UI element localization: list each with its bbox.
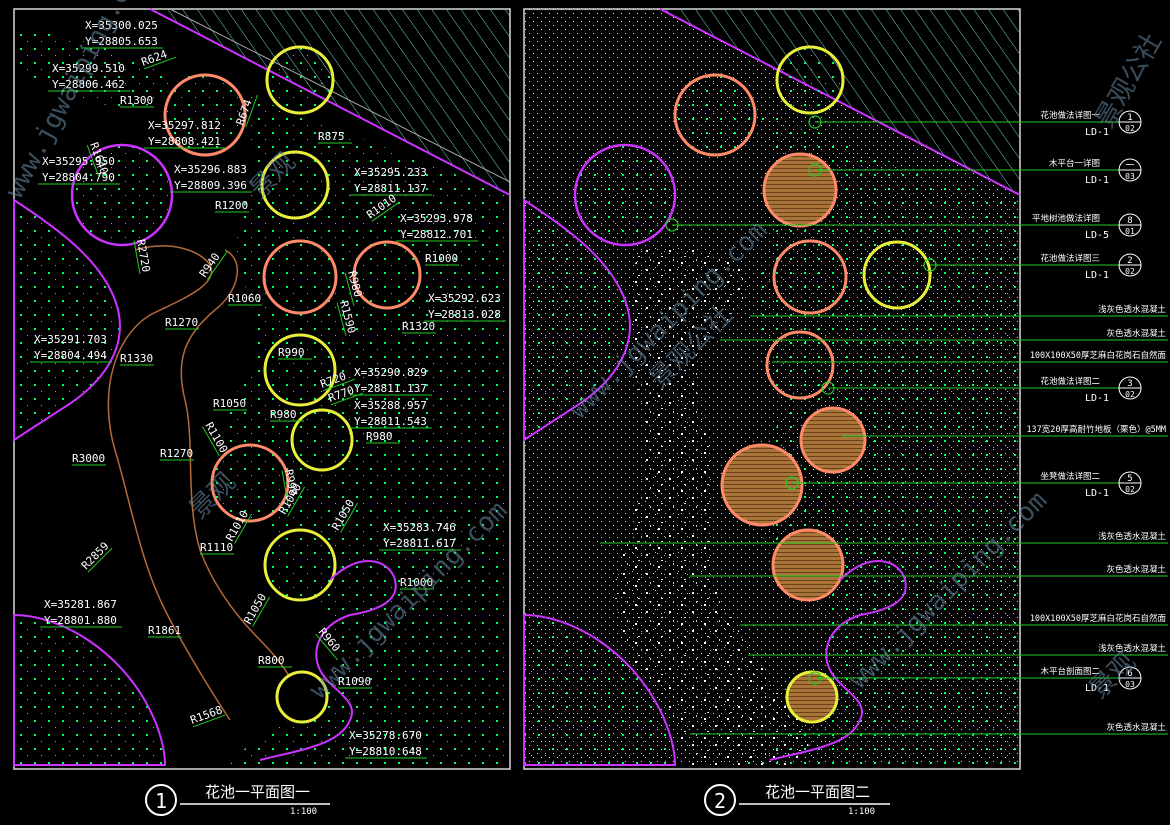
radius-label: R1110	[200, 541, 233, 554]
flower-bed-4	[262, 239, 338, 315]
radius-label: R1200	[215, 199, 248, 212]
callout-text: 灰色透水混凝土	[1106, 564, 1166, 575]
callout-text: 平地树池做法详图	[1032, 213, 1100, 224]
scale-text-1: 1:100	[290, 807, 317, 817]
flower-bed-2	[265, 45, 335, 115]
rbed-1	[673, 73, 757, 157]
rbed-6	[765, 330, 835, 400]
callout-text: 137宽20厚高耐竹地板（栗色）@5MM	[1026, 424, 1166, 435]
callout-text: 坐凳做法详图二	[1040, 471, 1100, 482]
coordinate-label: X=35283.746	[383, 521, 456, 534]
radius-label: R980	[366, 430, 393, 443]
detail-sheet: LD-1	[1085, 488, 1109, 499]
coordinate-label: X=35290.829	[354, 366, 427, 379]
radius-label: R3000	[72, 452, 105, 465]
radius-label: R1320	[402, 320, 435, 333]
wood-deck-1	[762, 152, 838, 228]
radius-label: R1050	[213, 397, 246, 410]
coordinate-label: Y=28810.648	[349, 745, 422, 758]
detail-number: 1	[1127, 113, 1132, 123]
radius-label: R875	[318, 130, 345, 143]
callout-text: 100X100X50厚芝麻白花岗石自然面	[1030, 613, 1167, 624]
callout-text: 灰色透水混凝土	[1106, 328, 1166, 339]
radius-label: R1270	[160, 447, 193, 460]
callout-text: 浅灰色透水混凝土	[1098, 304, 1167, 315]
coordinate-label: Y=28813.028	[428, 308, 501, 321]
detail-sheet: LD-1	[1085, 270, 1109, 281]
callout-text: 花池做法详图三	[1040, 253, 1100, 264]
detail-page: 02	[1125, 485, 1135, 494]
detail-sheet: LD-5	[1085, 230, 1109, 241]
detail-page: 02	[1125, 390, 1135, 399]
coordinate-label: Y=28812.701	[400, 228, 473, 241]
radius-label: R1330	[120, 352, 153, 365]
radius-label: R1270	[165, 316, 198, 329]
callout-text: 浅灰色透水混凝土	[1098, 531, 1167, 542]
coordinate-label: X=35292.623	[428, 292, 501, 305]
wood-deck-2	[799, 406, 867, 474]
right-panel: 花池做法详图一 102LD-1木平台一详图 一03LD-1平地树池做法详图 801LD…	[523, 8, 1168, 817]
callout-text: 灰色透水混凝土	[1106, 722, 1166, 733]
coordinate-label: X=35297.812	[148, 119, 221, 132]
coordinate-label: X=35295.233	[354, 166, 427, 179]
left-panel: X=35300.025Y=28805.653X=35299.510Y=28806…	[13, 8, 511, 817]
title-number-1: 1	[155, 789, 167, 813]
detail-page: 02	[1125, 124, 1135, 133]
title-number-2: 2	[714, 789, 726, 813]
coordinate-label: X=35281.867	[44, 598, 117, 611]
coordinate-label: Y=28801.880	[44, 614, 117, 627]
detail-page: 02	[1125, 267, 1135, 276]
callout-text: 浅灰色透水混凝土	[1098, 643, 1167, 654]
detail-sheet: LD-1	[1085, 127, 1109, 138]
coordinate-label: Y=28811.543	[354, 415, 427, 428]
detail-number: 2	[1127, 256, 1132, 266]
title-text-2: 花池一平面图二	[765, 783, 870, 801]
watermark-brand-3: 景观	[1084, 647, 1142, 705]
radius-label: R1861	[148, 624, 181, 637]
radius-label: R990	[278, 346, 305, 359]
detail-number: 5	[1127, 474, 1132, 484]
coordinate-label: X=35278.670	[349, 729, 422, 742]
wood-deck-3	[720, 443, 804, 527]
coordinate-label: Y=28804.494	[34, 349, 107, 362]
wood-deck-4	[771, 528, 845, 602]
radius-label: R1060	[228, 292, 261, 305]
detail-page: 03	[1125, 172, 1135, 181]
callout-text: 木平台一详图	[1049, 158, 1100, 169]
left-title-block: 1 花池一平面图一 1:100	[145, 783, 330, 817]
coordinate-label: X=35296.883	[174, 163, 247, 176]
radius-label: R800	[258, 654, 285, 667]
rbed-5	[862, 240, 932, 310]
title-text-1: 花池一平面图一	[205, 783, 310, 801]
detail-sheet: LD-1	[1085, 393, 1109, 404]
coordinate-label: Y=28809.396	[174, 179, 247, 192]
drawing-sheet: X=35300.025 Y=28805.653 X=35299.510 Y=28806…	[0, 0, 1170, 825]
radius-label: R1000	[425, 252, 458, 265]
detail-number: 3	[1127, 379, 1132, 389]
coordinate-label: X=35293.978	[400, 212, 473, 225]
detail-number: 8	[1127, 216, 1132, 226]
callout-text: 花池做法详图二	[1040, 376, 1100, 387]
rbed-2	[775, 45, 845, 115]
rbed-4	[772, 239, 848, 315]
detail-number: 一	[1125, 161, 1134, 171]
coordinate-label: Y=28811.137	[354, 382, 427, 395]
coordinate-label: X=35291.703	[34, 333, 107, 346]
right-title-block: 2 花池一平面图二 1:100	[704, 783, 890, 817]
cad-drawing: X=35300.025Y=28805.653X=35299.510Y=28806…	[0, 0, 1168, 817]
flower-bed-5	[352, 240, 422, 310]
flower-bed-9	[263, 528, 337, 602]
round-deck-right	[785, 670, 839, 724]
callout-text: 100X100X50厚芝麻白花岗石自然面	[1030, 350, 1167, 361]
detail-sheet: LD-1	[1085, 175, 1109, 186]
coordinate-label: X=35288.957	[354, 399, 427, 412]
tree-pit-circle-right	[573, 143, 677, 247]
radius-label: R980	[270, 408, 297, 421]
radius-label: R1300	[120, 94, 153, 107]
flower-bed-8	[290, 408, 354, 472]
coordinate-label: Y=28808.421	[148, 135, 221, 148]
detail-page: 01	[1125, 227, 1135, 236]
scale-text-2: 1:100	[848, 807, 875, 817]
